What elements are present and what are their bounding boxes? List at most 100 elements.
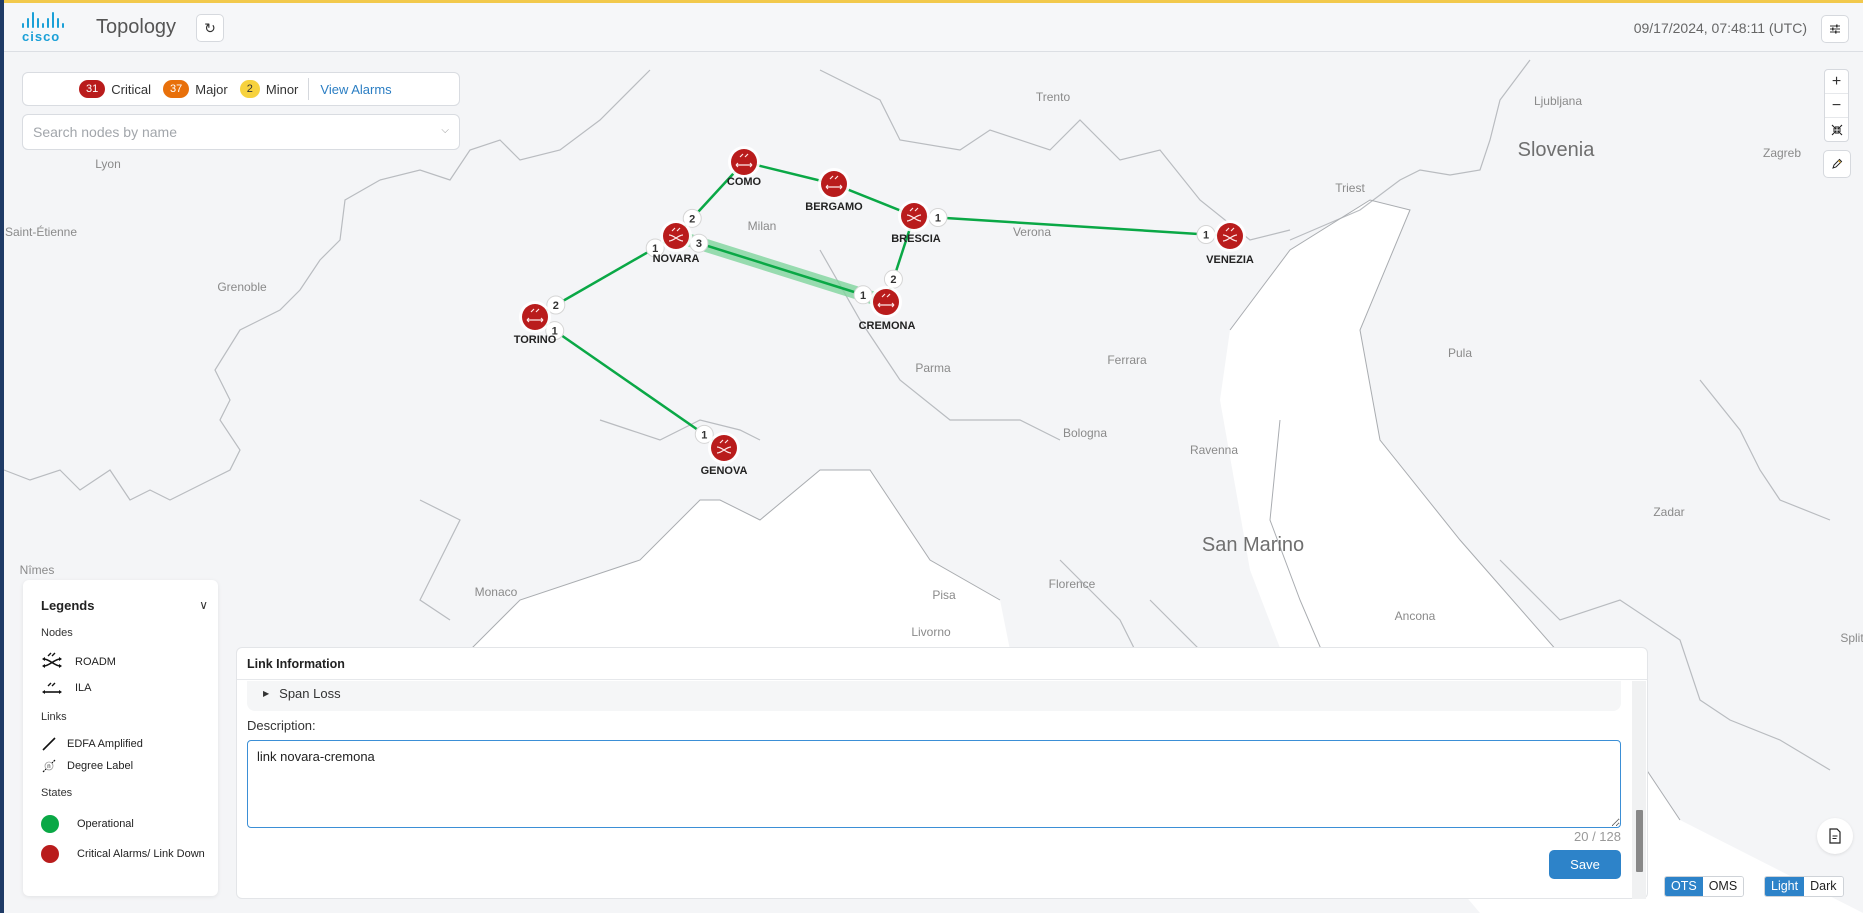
node-critical-marker xyxy=(873,289,899,315)
degree-label: 1 xyxy=(928,208,948,228)
degree-label-icon: n xyxy=(41,758,67,774)
link-panel-title: Link Information xyxy=(237,648,1647,680)
left-nav-edge xyxy=(0,0,4,913)
map-place-label: Split xyxy=(1840,631,1863,645)
report-button[interactable] xyxy=(1817,818,1853,854)
map-place-label: Lyon xyxy=(95,157,121,171)
legend-state-critical: Critical Alarms/ Link Down xyxy=(41,839,218,869)
node-critical-marker xyxy=(522,304,548,330)
node-critical-marker xyxy=(731,149,757,175)
edfa-link-icon xyxy=(41,736,67,752)
fit-view-button[interactable] xyxy=(1825,118,1848,141)
panel-scrollbar-thumb[interactable] xyxy=(1636,810,1643,872)
svg-text:n: n xyxy=(47,764,50,770)
major-count-badge: 37 xyxy=(162,80,190,98)
svg-text:1: 1 xyxy=(1203,229,1209,241)
settings-button[interactable] xyxy=(1821,15,1849,43)
map-place-label: Triest xyxy=(1335,181,1365,195)
legend-node-label: ILA xyxy=(75,682,92,694)
legend-node-roadm: ROADM xyxy=(41,649,218,675)
view-alarms-link[interactable]: View Alarms xyxy=(320,82,391,97)
node-label: CREMONA xyxy=(859,320,916,332)
map-place-label: Saint-Étienne xyxy=(5,224,77,239)
app-header: cisco Topology ↻ 09/17/2024, 07:48:11 (U… xyxy=(4,3,1863,52)
map-place-label: Ferrara xyxy=(1107,353,1147,367)
node-label: TORINO xyxy=(514,334,557,346)
map-place-label: Parma xyxy=(915,361,951,375)
map-place-label: Ravenna xyxy=(1190,443,1238,457)
alarm-minor[interactable]: 2 Minor xyxy=(239,80,299,98)
top-accent-stripe xyxy=(0,0,1863,3)
refresh-button[interactable]: ↻ xyxy=(196,14,224,42)
description-textarea[interactable] xyxy=(247,740,1621,828)
pencil-icon xyxy=(1832,158,1843,169)
critical-label: Critical xyxy=(111,81,151,97)
fit-icon xyxy=(1831,124,1842,135)
zoom-controls: + − xyxy=(1824,69,1849,142)
node-search[interactable]: ⌵ xyxy=(22,114,460,150)
map-place-label: Nîmes xyxy=(20,563,55,577)
svg-text:2: 2 xyxy=(553,300,559,312)
sliders-icon xyxy=(1830,24,1840,34)
toggle-dark[interactable]: Dark xyxy=(1804,877,1843,896)
node-label: BERGAMO xyxy=(805,201,863,213)
map-place-label: Zadar xyxy=(1653,505,1684,519)
degree-label: 1 xyxy=(853,285,873,305)
refresh-icon: ↻ xyxy=(204,19,216,36)
caret-right-icon: ▶ xyxy=(263,689,270,698)
major-label: Major xyxy=(195,81,228,97)
alarm-summary-bar: 31 Critical 37 Major 2 Minor View Alarms xyxy=(22,72,460,106)
document-icon xyxy=(1829,828,1841,844)
save-button[interactable]: Save xyxy=(1549,850,1621,879)
degree-label: 3 xyxy=(689,233,709,253)
legend-link-label: EDFA Amplified xyxy=(67,738,143,750)
node-label: BRESCIA xyxy=(891,233,941,245)
roadm-icon xyxy=(41,651,75,673)
map-place-label: Florence xyxy=(1049,577,1096,591)
chevron-down-icon[interactable]: ⌵ xyxy=(441,125,449,136)
map-place-label: Verona xyxy=(1013,225,1051,239)
legend-panel: Legends ∨ Nodes ROADM ILA Links EDFA Amp… xyxy=(23,580,218,896)
zoom-out-button[interactable]: − xyxy=(1825,94,1848,118)
edit-button[interactable] xyxy=(1823,150,1851,178)
svg-text:1: 1 xyxy=(701,429,707,441)
alarm-divider xyxy=(308,78,310,100)
legend-collapse-chevron-icon[interactable]: ∨ xyxy=(199,598,208,612)
toggle-ots[interactable]: OTS xyxy=(1665,877,1703,896)
node-critical-marker xyxy=(901,203,927,229)
character-counter: 20 / 128 xyxy=(1574,829,1621,844)
node-critical-marker xyxy=(711,435,737,461)
map-place-label: Milan xyxy=(748,219,777,233)
toggle-oms[interactable]: OMS xyxy=(1702,877,1744,896)
alarm-critical[interactable]: 31 Critical xyxy=(79,80,151,98)
node-label: NOVARA xyxy=(653,253,700,265)
toggle-light[interactable]: Light xyxy=(1765,877,1805,896)
svg-text:2: 2 xyxy=(689,213,695,225)
minor-label: Minor xyxy=(265,81,299,97)
layer-toggle: OTS OMS xyxy=(1664,876,1745,897)
legend-node-ila: ILA xyxy=(41,675,218,701)
svg-text:1: 1 xyxy=(935,213,941,225)
brand-name: cisco xyxy=(22,29,61,44)
node-critical-marker xyxy=(1217,223,1243,249)
legend-states-heading: States xyxy=(41,787,73,799)
legend-link-label: Degree Label xyxy=(67,760,134,772)
map-place-label: Ancona xyxy=(1395,609,1436,623)
map-place-label: Zagreb xyxy=(1763,146,1801,160)
node-como[interactable]: COMO xyxy=(727,146,762,188)
map-country-label: Slovenia xyxy=(1518,139,1596,161)
cisco-logo: cisco xyxy=(22,12,82,44)
legend-nodes-heading: Nodes xyxy=(41,627,73,639)
search-input[interactable] xyxy=(23,124,423,140)
map-place-label: Monaco xyxy=(475,585,518,599)
alarm-major[interactable]: 37 Major xyxy=(162,80,228,98)
legend-state-operational: Operational xyxy=(41,809,218,839)
ila-icon xyxy=(41,677,75,699)
degree-label: 1 xyxy=(1196,224,1216,244)
zoom-in-button[interactable]: + xyxy=(1825,70,1848,94)
map-country-label: San Marino xyxy=(1202,534,1304,556)
node-label: COMO xyxy=(727,176,762,188)
degree-label: 2 xyxy=(883,269,903,289)
span-loss-expander[interactable]: ▶ Span Loss xyxy=(247,681,1621,711)
legend-state-label: Operational xyxy=(77,818,134,830)
